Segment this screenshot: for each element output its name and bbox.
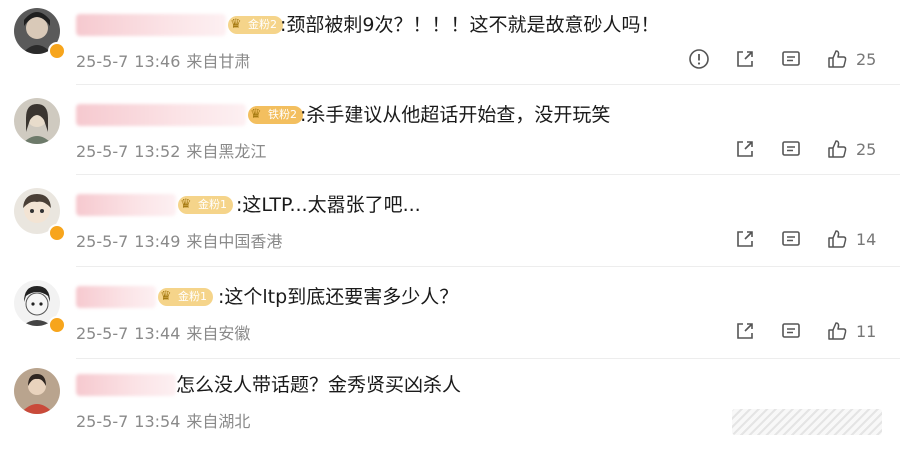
like-count: 14 xyxy=(856,229,877,249)
comment-icon[interactable] xyxy=(780,228,802,250)
comment-time: 13:44 xyxy=(134,324,181,343)
like-count: 25 xyxy=(856,139,877,159)
username-blurred[interactable] xyxy=(76,104,246,126)
fan-badge-label: 金粉2 xyxy=(248,18,277,31)
comment-location: 来自黑龙江 xyxy=(186,142,267,161)
comment-meta: 25-5-7 13:54 来自湖北 xyxy=(76,408,256,432)
comment-actions: 25 xyxy=(664,46,878,72)
avatar[interactable] xyxy=(14,368,60,414)
divider xyxy=(76,266,900,267)
thumbs-up-icon[interactable] xyxy=(826,228,848,250)
comment-icon[interactable] xyxy=(780,320,802,342)
comment-actions: 14 xyxy=(710,226,878,252)
comment-date: 25-5-7 xyxy=(76,142,129,161)
comment-location: 来自安徽 xyxy=(186,324,251,343)
fan-badge: ♛ 金粉2 xyxy=(228,16,283,34)
comment-actions: 25 xyxy=(710,136,878,162)
comment-location: 来自湖北 xyxy=(186,412,251,431)
comment-text: :杀手建议从他超话开始查，没开玩笑 xyxy=(300,104,611,126)
fan-badge: ♛ 铁粉2 xyxy=(248,106,303,124)
username-blurred[interactable] xyxy=(76,194,176,216)
divider xyxy=(76,174,900,175)
comment-time: 13:52 xyxy=(134,142,181,161)
watermark xyxy=(732,409,882,435)
comment-text: 怎么没人带话题？金秀贤买凶杀人 xyxy=(176,374,462,396)
comment-icon[interactable] xyxy=(780,138,802,160)
fan-badge-label: 铁粉2 xyxy=(268,108,297,121)
share-icon[interactable] xyxy=(734,228,756,250)
comment-date: 25-5-7 xyxy=(76,412,129,431)
comment-date: 25-5-7 xyxy=(76,324,129,343)
fan-badge: ♛ 金粉1 xyxy=(158,288,213,306)
comment-meta: 25-5-7 13:46 来自甘肃 xyxy=(76,48,256,72)
comment-actions: 11 xyxy=(710,318,878,344)
fan-badge: ♛ 金粉1 xyxy=(178,196,233,214)
username-blurred[interactable] xyxy=(76,374,176,396)
verified-badge-icon xyxy=(48,316,66,334)
share-icon[interactable] xyxy=(734,138,756,160)
divider xyxy=(76,84,900,85)
like-count: 25 xyxy=(856,49,877,69)
comment-date: 25-5-7 xyxy=(76,232,129,251)
like-count: 11 xyxy=(856,321,877,341)
verified-badge-icon xyxy=(48,42,66,60)
comment-time: 13:49 xyxy=(134,232,181,251)
thumbs-up-icon[interactable] xyxy=(826,320,848,342)
comment-location: 来自甘肃 xyxy=(186,52,251,71)
verified-badge-icon xyxy=(48,224,66,242)
username-blurred[interactable] xyxy=(76,286,156,308)
comment-text: :这个ltp到底还要害多少人？ xyxy=(218,286,459,308)
crown-icon: ♛ xyxy=(180,197,192,212)
comment-location: 来自中国香港 xyxy=(186,232,283,251)
comment-icon[interactable] xyxy=(780,48,802,70)
comment-text: :这LTP...太嚣张了吧... xyxy=(236,194,421,216)
comment-time: 13:46 xyxy=(134,52,181,71)
divider xyxy=(76,358,900,359)
fan-badge-label: 金粉1 xyxy=(198,198,227,211)
crown-icon: ♛ xyxy=(250,107,262,122)
crown-icon: ♛ xyxy=(230,17,242,32)
comment-meta: 25-5-7 13:52 来自黑龙江 xyxy=(76,138,272,162)
share-icon[interactable] xyxy=(734,48,756,70)
avatar[interactable] xyxy=(14,98,60,144)
thumbs-up-icon[interactable] xyxy=(826,48,848,70)
comment-item: ♛ 金粉1 :这LTP...太嚣张了吧... 25-5-7 13:49 来自中国香港… xyxy=(0,188,900,278)
share-icon[interactable] xyxy=(734,320,756,342)
comment-item: ♛ 金粉1 :这个ltp到底还要害多少人？ 25-5-7 13:44 来自安徽 11 xyxy=(0,280,900,370)
comment-date: 25-5-7 xyxy=(76,52,129,71)
comment-meta: 25-5-7 13:44 来自安徽 xyxy=(76,320,256,344)
comment-text: :颈部被刺9次？！！！这不就是故意砂人吗！ xyxy=(280,14,660,36)
thumbs-up-icon[interactable] xyxy=(826,138,848,160)
comment-time: 13:54 xyxy=(134,412,181,431)
fan-badge-label: 金粉1 xyxy=(178,290,207,303)
username-blurred[interactable] xyxy=(76,14,226,36)
report-icon[interactable] xyxy=(688,48,710,70)
crown-icon: ♛ xyxy=(160,289,172,304)
comment-meta: 25-5-7 13:49 来自中国香港 xyxy=(76,228,288,252)
